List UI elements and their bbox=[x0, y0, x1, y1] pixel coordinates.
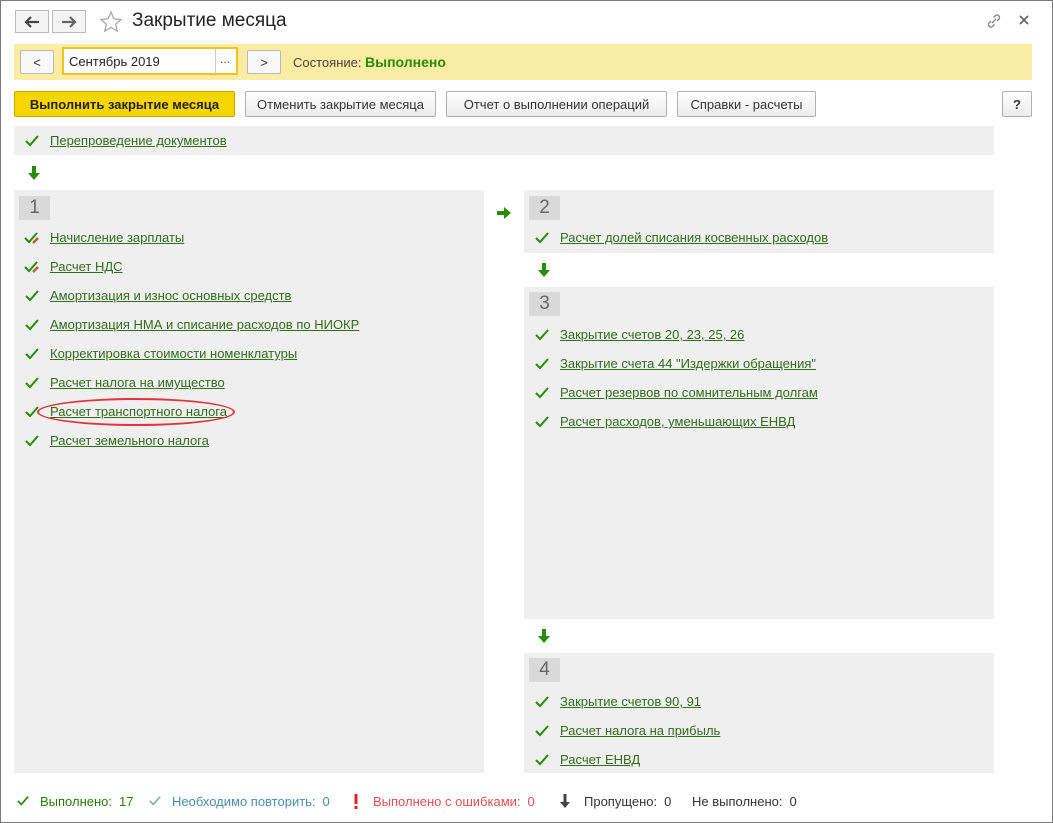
check-icon bbox=[535, 725, 549, 737]
next-period-button[interactable]: > bbox=[247, 50, 281, 74]
group-2-number: 2 bbox=[529, 196, 560, 220]
group-4-number: 4 bbox=[529, 658, 560, 682]
check-icon bbox=[535, 329, 549, 341]
arrow-right-icon bbox=[497, 207, 511, 219]
help-button[interactable]: ? bbox=[1002, 91, 1032, 117]
legend-errors-count: 0 bbox=[527, 793, 535, 809]
group1-item-land-tax[interactable]: Расчет земельного налога bbox=[50, 432, 209, 450]
group3-item-envd-expenses[interactable]: Расчет расходов, уменьшающих ЕНВД bbox=[560, 413, 795, 431]
group4-item-envd[interactable]: Расчет ЕНВД bbox=[560, 751, 640, 769]
group1-item-cost-adjust[interactable]: Корректировка стоимости номенклатуры bbox=[50, 345, 297, 363]
favorite-star-button[interactable] bbox=[99, 10, 123, 34]
close-button[interactable] bbox=[1017, 13, 1031, 27]
legend-repeat: Необходимо повторить: 0 bbox=[148, 792, 330, 810]
group1-item-intangibles[interactable]: Амортизация НМА и списание расходов по Н… bbox=[50, 316, 359, 334]
star-icon bbox=[99, 10, 123, 33]
legend-notdone-count: 0 bbox=[789, 793, 797, 809]
legend-done-label: Выполнено: bbox=[40, 793, 113, 809]
check-icon bbox=[25, 348, 39, 360]
check-icon bbox=[535, 754, 549, 766]
group1-item-property-tax[interactable]: Расчет налога на имущество bbox=[50, 374, 225, 392]
check-icon bbox=[25, 135, 39, 147]
prev-period-button[interactable]: < bbox=[20, 50, 54, 74]
link-icon bbox=[987, 14, 1001, 28]
group1-item-depreciation[interactable]: Амортизация и износ основных средств bbox=[50, 287, 291, 305]
group1-item-vat[interactable]: Расчет НДС bbox=[50, 258, 123, 276]
arrow-down-icon bbox=[538, 629, 550, 643]
check-edited-icon bbox=[24, 232, 39, 244]
legend-notdone-label: Не выполнено: bbox=[692, 793, 783, 809]
group-1-number: 1 bbox=[19, 196, 50, 220]
check-icon bbox=[17, 796, 29, 806]
period-field[interactable]: Сентябрь 2019 ... bbox=[62, 47, 238, 75]
highlight-oval bbox=[37, 398, 235, 426]
check-icon bbox=[535, 232, 549, 244]
forward-button[interactable] bbox=[52, 10, 86, 33]
arrow-down-icon bbox=[538, 263, 550, 277]
group3-item-doubtful-debts[interactable]: Расчет резервов по сомнительным долгам bbox=[560, 384, 818, 402]
legend-not-done: Не выполнено: 0 bbox=[692, 792, 797, 810]
legend-skipped-label: Пропущено: bbox=[584, 793, 658, 809]
state-label: Состояние: bbox=[293, 55, 362, 70]
operations-report-button[interactable]: Отчет о выполнении операций bbox=[446, 91, 667, 117]
legend-skipped: Пропущено: 0 bbox=[560, 792, 671, 810]
legend-errors-label: Выполнено с ошибками: bbox=[373, 793, 521, 809]
state-value: Выполнено bbox=[365, 54, 446, 70]
link-button[interactable] bbox=[985, 12, 1003, 30]
window-title: Закрытие месяца bbox=[132, 10, 287, 31]
check-light-icon bbox=[149, 796, 161, 806]
check-icon bbox=[25, 319, 39, 331]
legend-skipped-count: 0 bbox=[664, 793, 672, 809]
references-calcs-button[interactable]: Справки - расчеты bbox=[677, 91, 816, 117]
exclamation-icon bbox=[354, 793, 358, 809]
period-value: Сентябрь 2019 bbox=[69, 54, 160, 69]
legend-repeat-label: Необходимо повторить: bbox=[172, 793, 316, 809]
legend-done-count: 17 bbox=[119, 793, 134, 809]
group4-item-accounts-90[interactable]: Закрытие счетов 90, 91 bbox=[560, 693, 701, 711]
legend-errors: Выполнено с ошибками: 0 bbox=[353, 792, 535, 810]
group3-item-account-44[interactable]: Закрытие счета 44 "Издержки обращения" bbox=[560, 355, 816, 373]
check-edited-icon bbox=[24, 261, 39, 273]
legend-done: Выполнено: 17 bbox=[16, 792, 133, 810]
group3-item-accounts-20[interactable]: Закрытие счетов 20, 23, 25, 26 bbox=[560, 326, 744, 344]
check-icon bbox=[535, 416, 549, 428]
arrow-down-icon bbox=[560, 794, 570, 808]
check-icon bbox=[25, 290, 39, 302]
reposting-link[interactable]: Перепроведение документов bbox=[50, 132, 227, 150]
period-divider bbox=[215, 49, 216, 73]
group2-item-indirect-costs[interactable]: Расчет долей списания косвенных расходов bbox=[560, 229, 828, 247]
check-icon bbox=[535, 387, 549, 399]
check-icon bbox=[535, 696, 549, 708]
arrow-left-icon bbox=[24, 15, 39, 28]
legend-repeat-count: 0 bbox=[322, 793, 330, 809]
check-icon bbox=[535, 358, 549, 370]
group1-item-salary[interactable]: Начисление зарплаты bbox=[50, 229, 184, 247]
check-icon bbox=[25, 377, 39, 389]
group-3-number: 3 bbox=[529, 292, 560, 316]
group4-item-profit-tax[interactable]: Расчет налога на прибыль bbox=[560, 722, 720, 740]
period-more-button[interactable]: ... bbox=[220, 52, 230, 66]
back-button[interactable] bbox=[15, 10, 49, 33]
run-month-close-button[interactable]: Выполнить закрытие месяца bbox=[14, 91, 235, 117]
check-icon bbox=[25, 435, 39, 447]
arrow-down-icon bbox=[28, 166, 40, 180]
close-icon bbox=[1019, 15, 1029, 25]
cancel-month-close-button[interactable]: Отменить закрытие месяца bbox=[245, 91, 436, 117]
group-1-panel bbox=[14, 190, 484, 773]
arrow-right-icon bbox=[62, 15, 77, 28]
